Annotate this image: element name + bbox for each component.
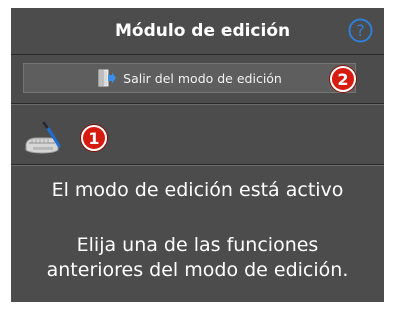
instruction-line-1: Elija una de las funciones bbox=[76, 234, 319, 256]
exit-door-icon bbox=[98, 69, 117, 87]
header-divider bbox=[11, 54, 384, 55]
edit-mode-instructions: Elija una de las funciones anteriores de… bbox=[11, 233, 384, 283]
callout-badge-1: 1 bbox=[81, 125, 107, 151]
exit-edit-mode-label: Salir del modo de edición bbox=[123, 70, 282, 86]
panel-header: Módulo de edición ? bbox=[11, 8, 384, 54]
tools-divider-highlight bbox=[11, 165, 384, 166]
instruction-line-2: anteriores del modo de edición. bbox=[46, 259, 349, 281]
exit-edit-mode-button[interactable]: Salir del modo de edición bbox=[23, 63, 356, 93]
svg-text:?: ? bbox=[356, 21, 365, 40]
question-circle-icon[interactable]: ? bbox=[348, 18, 373, 43]
jaw-edit-icon[interactable] bbox=[24, 122, 62, 156]
callout-badge-2: 2 bbox=[330, 66, 356, 92]
edit-module-panel: Módulo de edición ? Salir del modo de ed… bbox=[11, 8, 384, 302]
panel-title: Módulo de edición bbox=[115, 21, 291, 41]
edit-mode-active-message: El modo de edición está activo bbox=[51, 179, 344, 201]
toolbar-divider-highlight bbox=[11, 104, 384, 105]
